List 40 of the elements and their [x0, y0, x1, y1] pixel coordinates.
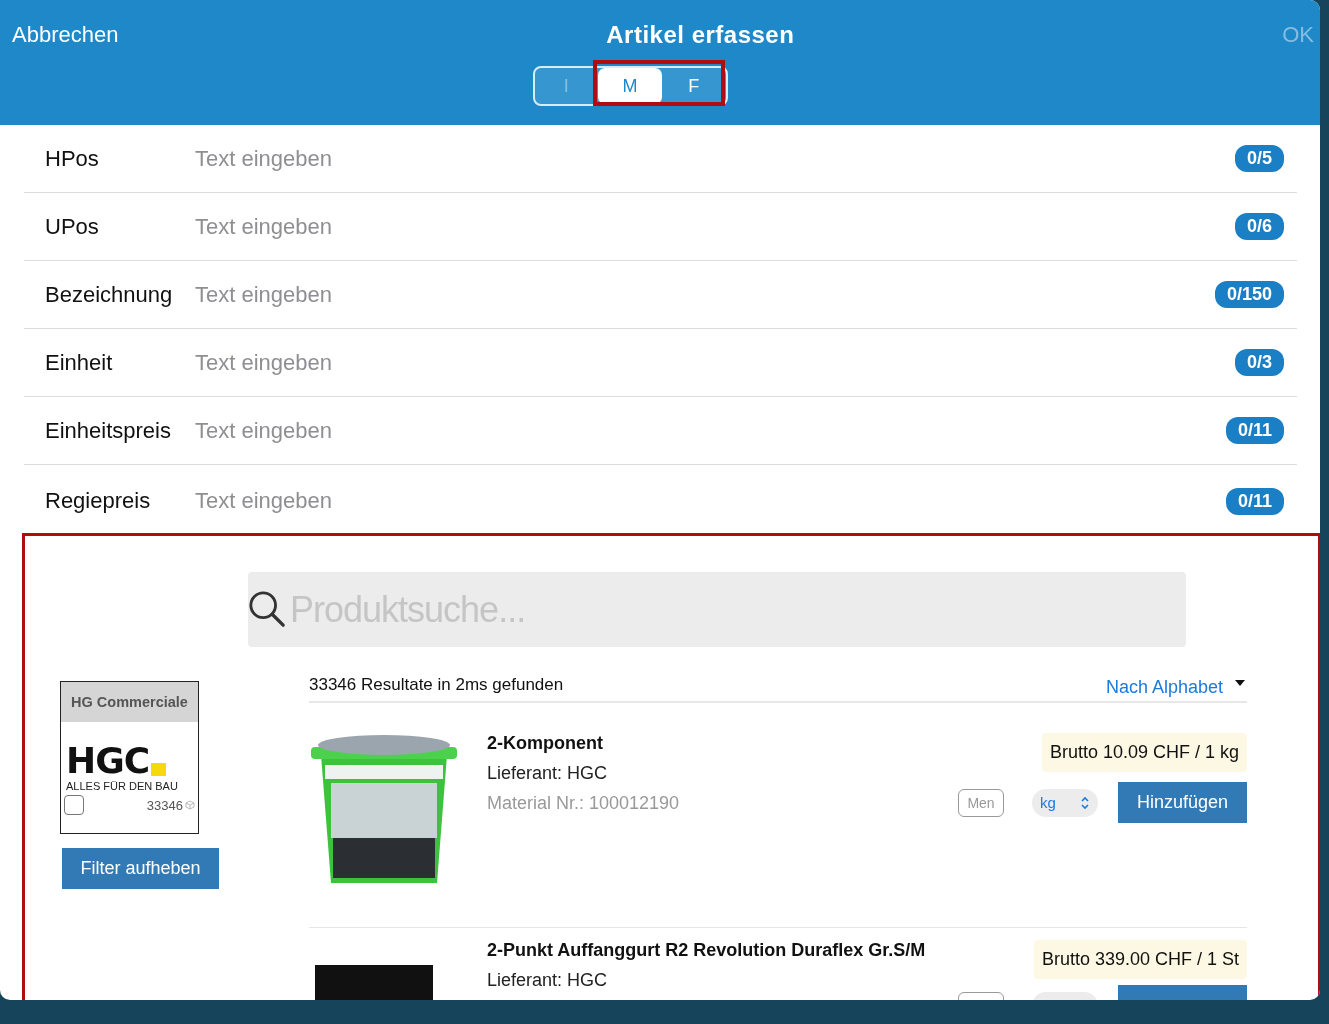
add-button[interactable]: Hinzufügen [1118, 782, 1247, 823]
character-counter: 0/150 [1214, 281, 1284, 308]
character-counter: 0/3 [1234, 349, 1284, 376]
segment-tab[interactable]: F [661, 68, 726, 104]
material-number: Material Nr.: 100012190 [487, 793, 681, 814]
clear-filter-button[interactable]: Filter aufheben [62, 848, 219, 889]
character-counter: 0/11 [1225, 417, 1284, 444]
quantity-field[interactable]: Men [958, 788, 1004, 817]
character-counter: 0/6 [1234, 213, 1284, 240]
text-input[interactable]: Text eingeben [193, 212, 1235, 241]
field-label: Einheitspreis [44, 417, 172, 444]
segment-tab[interactable]: M [598, 68, 662, 104]
logo-slogan: ALLES FÜR DEN BAU [66, 780, 179, 792]
text-input[interactable]: Text eingeben [193, 487, 1226, 515]
text-input[interactable]: Text eingeben [193, 280, 1215, 309]
unit-selector[interactable]: kg [1032, 788, 1098, 817]
text-input[interactable]: Text eingeben [193, 416, 1226, 445]
field-label: Bezeichnung [44, 281, 174, 308]
supplier-text: Lieferant: HGC [487, 763, 609, 784]
field-label: Einheit [44, 349, 114, 376]
supplier-text: Lieferant: HGC [487, 970, 609, 991]
price-tag: Brutto 10.09 CHF / 1 kg [1041, 733, 1247, 772]
character-counter: 0/5 [1234, 145, 1284, 172]
results-summary: 33346 Resultate in 2ms gefunden [309, 675, 564, 696]
text-input[interactable]: Text eingeben [193, 144, 1235, 173]
dialog-title: Artikel erfassen [606, 21, 795, 49]
text-input[interactable]: Text eingeben [193, 348, 1235, 377]
character-counter: 0/11 [1225, 487, 1284, 515]
price-tag: Brutto 339.00 CHF / 1 St [1033, 940, 1247, 979]
field-label: Regiepreis [44, 488, 152, 514]
logo-text: HGC [66, 746, 150, 776]
supplier-card[interactable]: HG Commerciale HGC ALLES FÜR DEN BAU 33346 [60, 681, 199, 834]
product-name: 2-Komponent [487, 733, 604, 754]
supplier-name: HG Commerciale [61, 682, 198, 722]
product-name: 2-Punkt Auffanggurt R2 Revolution Duraflex Gr.S/M [487, 940, 927, 961]
field-label: HPos [44, 145, 100, 172]
result-count: 33346 [146, 797, 183, 813]
sort-dropdown[interactable]: Nach Alphabet [1105, 677, 1247, 698]
cancel-button[interactable]: Abbrechen [12, 22, 119, 48]
field-label: UPos [44, 213, 100, 240]
